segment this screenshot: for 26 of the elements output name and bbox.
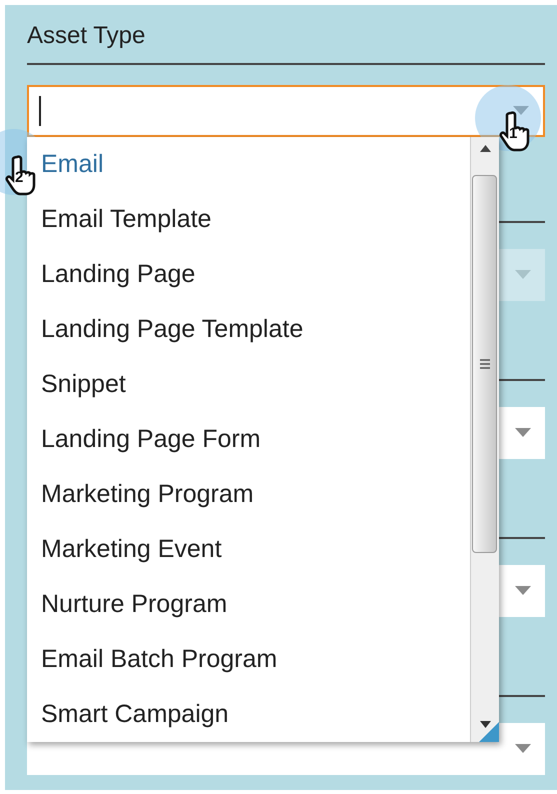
caret-icon (515, 270, 531, 280)
caret-icon (515, 744, 531, 754)
dropdown-option[interactable]: Nurture Program (27, 577, 470, 632)
dropdown-option[interactable]: Landing Page Form (27, 412, 470, 467)
caret-icon (515, 586, 531, 596)
dropdown-option[interactable]: Email Batch Program (27, 632, 470, 687)
caret-icon (513, 106, 529, 116)
scroll-up-icon[interactable] (480, 145, 491, 152)
text-cursor (39, 96, 41, 126)
asset-type-combobox[interactable] (27, 85, 545, 137)
dropdown-option[interactable]: Email Template (27, 192, 470, 247)
grip-icon (478, 358, 490, 370)
dropdown-option[interactable]: Marketing Program (27, 467, 470, 522)
dropdown-option[interactable]: Email (27, 137, 470, 192)
dropdown-option[interactable]: Smart Campaign (27, 687, 470, 742)
dropdown-option[interactable]: Landing Page Template (27, 302, 470, 357)
scrollbar[interactable] (470, 137, 499, 742)
resize-grip-icon[interactable] (479, 722, 499, 742)
field-label: Asset Type (27, 21, 146, 51)
dropdown-option[interactable]: Snippet (27, 357, 470, 412)
scroll-down-icon[interactable] (480, 721, 491, 728)
dropdown-option[interactable]: Marketing Event (27, 522, 470, 577)
step-number: 1 (509, 125, 518, 143)
dropdown-option[interactable]: Landing Page (27, 247, 470, 302)
scroll-thumb[interactable] (472, 175, 497, 553)
caret-icon (515, 428, 531, 438)
